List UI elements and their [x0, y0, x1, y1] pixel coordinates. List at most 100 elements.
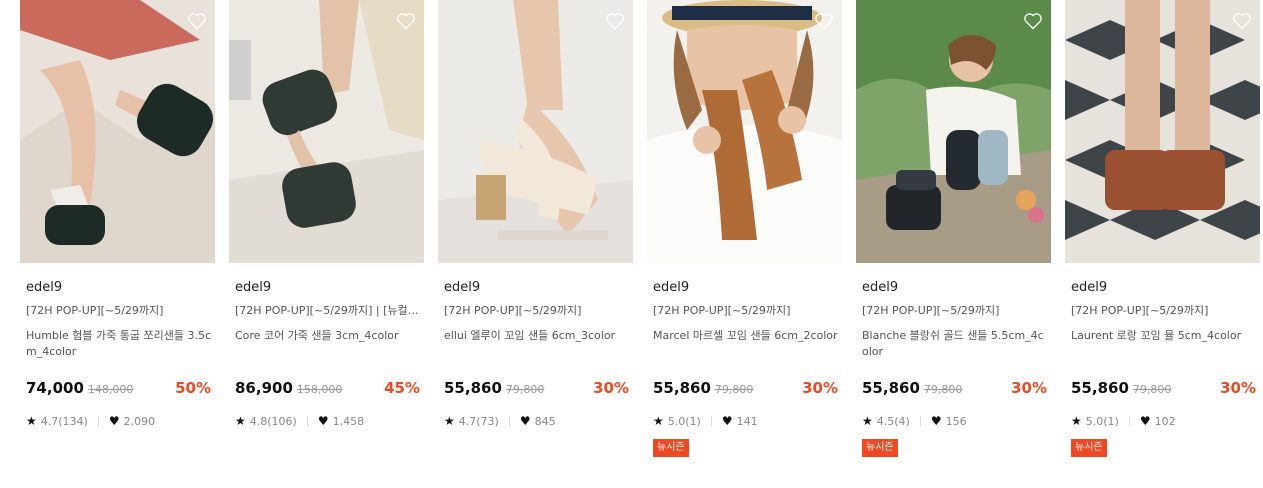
product-card[interactable]: edel9 [72H POP-UP][~5/29까지] Laurent 로랑 꼬…: [1065, 0, 1260, 457]
promo-tag: [72H POP-UP][~5/29까지]: [1071, 304, 1209, 317]
star-icon: ★: [862, 414, 873, 428]
likes-count: 102: [1154, 414, 1176, 428]
star-icon: ★: [235, 414, 246, 428]
heart-filled-icon: ♥: [930, 414, 942, 428]
wishlist-heart-icon[interactable]: [814, 11, 834, 31]
likes-count: 845: [534, 414, 556, 428]
product-name[interactable]: Laurent 로랑 꼬임 뮬 5cm_4color: [1071, 328, 1259, 362]
wishlist-heart-icon[interactable]: [605, 11, 625, 31]
heart-filled-icon: ♥: [317, 414, 329, 428]
price-row: 86,900 158,000 45%: [235, 379, 420, 399]
original-price: 158,000: [296, 383, 343, 396]
rating-text: 5.0(1): [667, 414, 701, 428]
price-row: 55,860 79,800 30%: [653, 379, 838, 399]
likes-count: 2,090: [123, 414, 156, 428]
divider: [508, 416, 510, 426]
product-card[interactable]: edel9 [72H POP-UP][~5/29까지] ellui 엘루이 꼬임…: [438, 0, 633, 428]
discount-rate: 30%: [1011, 379, 1047, 397]
discount-rate: 50%: [175, 379, 211, 397]
sale-price: 55,860: [862, 379, 920, 397]
likes-count: 156: [945, 414, 967, 428]
wishlist-heart-icon[interactable]: [1023, 11, 1043, 31]
divider: [1128, 416, 1130, 426]
promo-tag: [72H POP-UP][~5/29까지]: [444, 304, 582, 317]
product-name[interactable]: Core 코어 가죽 샌들 3cm_4color: [235, 328, 423, 362]
new-season-badge: 뉴시즌: [653, 439, 689, 457]
new-season-badge: 뉴시즌: [1071, 439, 1107, 457]
wishlist-heart-icon[interactable]: [1232, 11, 1252, 31]
divider: [97, 416, 99, 426]
product-meta: ★ 4.8(106) ♥ 1,458: [235, 414, 364, 428]
product-image[interactable]: [647, 0, 842, 263]
price-row: 74,000 148,000 50%: [26, 379, 211, 399]
original-price: 79,800: [505, 383, 545, 396]
product-image[interactable]: [438, 0, 633, 263]
brand-name[interactable]: edel9: [235, 280, 424, 296]
price-row: 55,860 79,800 30%: [862, 379, 1047, 399]
heart-filled-icon: ♥: [1139, 414, 1151, 428]
divider: [919, 416, 921, 426]
brand-name[interactable]: edel9: [653, 280, 842, 296]
rating-text: 4.5(4): [876, 414, 910, 428]
product-meta: ★ 4.7(73) ♥ 845: [444, 414, 556, 428]
product-card[interactable]: edel9 [72H POP-UP][~5/29까지] Marcel 마르셀 꼬…: [647, 0, 842, 457]
product-image[interactable]: [229, 0, 424, 263]
star-icon: ★: [1071, 414, 1082, 428]
product-card[interactable]: edel9 [72H POP-UP][~5/29까지] Humble 험블 가죽…: [20, 0, 215, 428]
price-row: 55,860 79,800 30%: [444, 379, 629, 399]
likes-count: 1,458: [332, 414, 365, 428]
product-name[interactable]: Blanche 블랑쉬 골드 샌들 5.5cm_4color: [862, 328, 1050, 362]
likes-count: 141: [736, 414, 758, 428]
discount-rate: 45%: [384, 379, 420, 397]
wishlist-heart-icon[interactable]: [187, 11, 207, 31]
brand-name[interactable]: edel9: [862, 280, 1051, 296]
product-meta: ★ 4.5(4) ♥ 156: [862, 414, 967, 428]
wishlist-heart-icon[interactable]: [396, 11, 416, 31]
promo-tag: [72H POP-UP][~5/29까지]: [26, 304, 164, 317]
star-icon: ★: [26, 414, 37, 428]
sale-price: 55,860: [1071, 379, 1129, 397]
product-image[interactable]: [1065, 0, 1260, 263]
discount-rate: 30%: [802, 379, 838, 397]
rating-text: 4.7(73): [458, 414, 499, 428]
product-name[interactable]: ellui 엘루이 꼬임 샌들 6cm_3color: [444, 328, 632, 362]
heart-filled-icon: ♥: [721, 414, 733, 428]
product-image[interactable]: [856, 0, 1051, 263]
star-icon: ★: [444, 414, 455, 428]
new-season-badge: 뉴시즌: [862, 439, 898, 457]
sale-price: 55,860: [444, 379, 502, 397]
product-image[interactable]: [20, 0, 215, 263]
divider: [306, 416, 308, 426]
brand-name[interactable]: edel9: [1071, 280, 1260, 296]
original-price: 79,800: [714, 383, 754, 396]
promo-tag: [72H POP-UP][~5/29까지] | [뉴컬러 출시]: [235, 304, 421, 317]
divider: [710, 416, 712, 426]
product-card[interactable]: edel9 [72H POP-UP][~5/29까지] Blanche 블랑쉬 …: [856, 0, 1051, 457]
discount-rate: 30%: [1220, 379, 1256, 397]
heart-filled-icon: ♥: [108, 414, 120, 428]
promo-tag: [72H POP-UP][~5/29까지]: [862, 304, 1000, 317]
promo-tag: [72H POP-UP][~5/29까지]: [653, 304, 791, 317]
discount-rate: 30%: [593, 379, 629, 397]
product-meta: ★ 5.0(1) ♥ 102: [1071, 414, 1176, 428]
product-card[interactable]: edel9 [72H POP-UP][~5/29까지] | [뉴컬러 출시] C…: [229, 0, 424, 428]
sale-price: 86,900: [235, 379, 293, 397]
product-name[interactable]: Humble 험블 가죽 통굽 쪼리샌들 3.5cm_4color: [26, 328, 214, 362]
sale-price: 55,860: [653, 379, 711, 397]
original-price: 79,800: [1132, 383, 1172, 396]
product-meta: ★ 5.0(1) ♥ 141: [653, 414, 758, 428]
brand-name[interactable]: edel9: [26, 280, 215, 296]
rating-text: 4.8(106): [249, 414, 297, 428]
rating-text: 4.7(134): [40, 414, 88, 428]
sale-price: 74,000: [26, 379, 84, 397]
rating-text: 5.0(1): [1085, 414, 1119, 428]
product-grid: edel9 [72H POP-UP][~5/29까지] Humble 험블 가죽…: [20, 0, 1260, 457]
product-meta: ★ 4.7(134) ♥ 2,090: [26, 414, 155, 428]
price-row: 55,860 79,800 30%: [1071, 379, 1256, 399]
star-icon: ★: [653, 414, 664, 428]
product-name[interactable]: Marcel 마르셀 꼬임 샌들 6cm_2color: [653, 328, 841, 362]
brand-name[interactable]: edel9: [444, 280, 633, 296]
original-price: 148,000: [87, 383, 134, 396]
original-price: 79,800: [923, 383, 963, 396]
heart-filled-icon: ♥: [519, 414, 531, 428]
